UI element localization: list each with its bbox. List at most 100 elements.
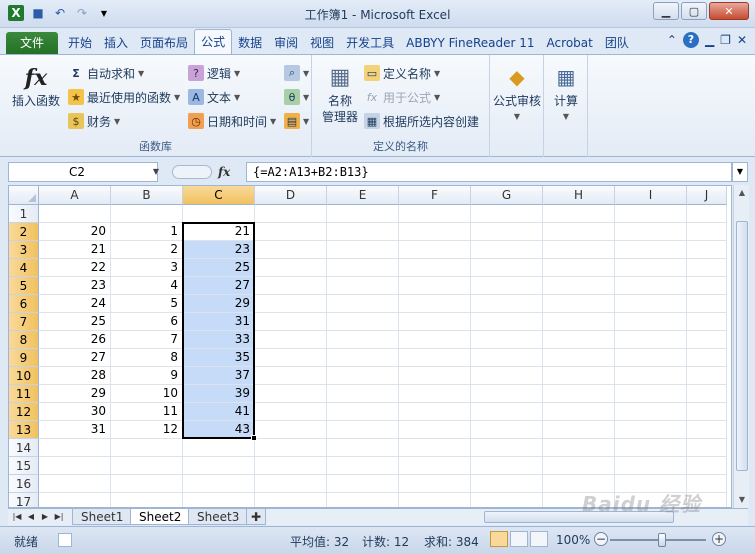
cell-e12[interactable] [327, 403, 399, 421]
row-header-7[interactable]: 7 [9, 313, 39, 331]
cell-b16[interactable] [111, 475, 183, 493]
cell-j3[interactable] [687, 241, 727, 259]
cell-b8[interactable]: 7 [111, 331, 183, 349]
logical-button[interactable]: ? 逻辑 ▼ [188, 63, 240, 83]
cell-i9[interactable] [615, 349, 687, 367]
cell-g17[interactable] [471, 493, 543, 507]
cell-c9[interactable]: 35 [183, 349, 255, 367]
cell-b17[interactable] [111, 493, 183, 507]
row-header-13[interactable]: 13 [9, 421, 39, 439]
cell-e5[interactable] [327, 277, 399, 295]
cell-j10[interactable] [687, 367, 727, 385]
tab-acrobat[interactable]: Acrobat [541, 32, 599, 54]
cell-b12[interactable]: 11 [111, 403, 183, 421]
cell-e4[interactable] [327, 259, 399, 277]
cell-g9[interactable] [471, 349, 543, 367]
cell-c7[interactable]: 31 [183, 313, 255, 331]
column-header-j[interactable]: J [687, 186, 727, 205]
cell-j8[interactable] [687, 331, 727, 349]
cell-e6[interactable] [327, 295, 399, 313]
cell-d14[interactable] [255, 439, 327, 457]
cell-c10[interactable]: 37 [183, 367, 255, 385]
cell-a16[interactable] [39, 475, 111, 493]
cell-c8[interactable]: 33 [183, 331, 255, 349]
cell-e13[interactable] [327, 421, 399, 439]
tab-home[interactable]: 开始 [62, 32, 98, 54]
cell-b6[interactable]: 5 [111, 295, 183, 313]
cell-d10[interactable] [255, 367, 327, 385]
calculation-button[interactable]: ▦ 计算 ▼ [546, 61, 586, 125]
cell-h9[interactable] [543, 349, 615, 367]
cell-g3[interactable] [471, 241, 543, 259]
cell-e10[interactable] [327, 367, 399, 385]
row-header-11[interactable]: 11 [9, 385, 39, 403]
minimize-button[interactable]: ▁ [653, 2, 679, 20]
row-header-17[interactable]: 17 [9, 493, 39, 507]
cell-d17[interactable] [255, 493, 327, 507]
select-all-corner[interactable] [9, 186, 39, 205]
cell-j15[interactable] [687, 457, 727, 475]
scroll-up-icon[interactable]: ▲ [734, 185, 750, 201]
tab-page-layout[interactable]: 页面布局 [134, 32, 194, 54]
cell-d7[interactable] [255, 313, 327, 331]
row-header-1[interactable]: 1 [9, 205, 39, 223]
tab-data[interactable]: 数据 [232, 32, 268, 54]
macro-record-icon[interactable] [58, 533, 72, 547]
sheet-tab-sheet2[interactable]: Sheet2 [130, 509, 191, 525]
cell-b11[interactable]: 10 [111, 385, 183, 403]
row-header-3[interactable]: 3 [9, 241, 39, 259]
page-break-view-icon[interactable] [530, 531, 548, 547]
use-in-formula-button[interactable]: fx 用于公式 ▼ [364, 87, 440, 107]
row-header-12[interactable]: 12 [9, 403, 39, 421]
row-header-15[interactable]: 15 [9, 457, 39, 475]
vertical-scrollbar[interactable]: ▲ ▼ [733, 185, 749, 508]
cell-i15[interactable] [615, 457, 687, 475]
cell-j14[interactable] [687, 439, 727, 457]
cell-e8[interactable] [327, 331, 399, 349]
cell-b13[interactable]: 12 [111, 421, 183, 439]
cell-b15[interactable] [111, 457, 183, 475]
column-header-d[interactable]: D [255, 186, 327, 205]
cell-h15[interactable] [543, 457, 615, 475]
cell-g15[interactable] [471, 457, 543, 475]
cell-f3[interactable] [399, 241, 471, 259]
name-box-dropdown-icon[interactable]: ▼ [150, 162, 162, 182]
cell-i10[interactable] [615, 367, 687, 385]
cell-b1[interactable] [111, 205, 183, 223]
column-header-i[interactable]: I [615, 186, 687, 205]
cell-d9[interactable] [255, 349, 327, 367]
cell-a11[interactable]: 29 [39, 385, 111, 403]
cell-h13[interactable] [543, 421, 615, 439]
cell-d5[interactable] [255, 277, 327, 295]
ribbon-minimize-icon[interactable]: ⌃ [667, 33, 677, 47]
cell-j1[interactable] [687, 205, 727, 223]
cell-j12[interactable] [687, 403, 727, 421]
math-button[interactable]: θ ▼ [284, 87, 309, 107]
cell-b5[interactable]: 4 [111, 277, 183, 295]
cell-f6[interactable] [399, 295, 471, 313]
cell-g16[interactable] [471, 475, 543, 493]
page-layout-view-icon[interactable] [510, 531, 528, 547]
row-header-6[interactable]: 6 [9, 295, 39, 313]
cell-g8[interactable] [471, 331, 543, 349]
cell-c13[interactable]: 43 [183, 421, 255, 439]
cell-i14[interactable] [615, 439, 687, 457]
cell-f2[interactable] [399, 223, 471, 241]
cell-d12[interactable] [255, 403, 327, 421]
cell-f8[interactable] [399, 331, 471, 349]
cell-a13[interactable]: 31 [39, 421, 111, 439]
tab-abbyy[interactable]: ABBYY FineReader 11 [400, 32, 540, 54]
cell-a3[interactable]: 21 [39, 241, 111, 259]
prev-sheet-icon[interactable]: ◀ [24, 510, 38, 524]
cell-h4[interactable] [543, 259, 615, 277]
cell-j4[interactable] [687, 259, 727, 277]
cell-f4[interactable] [399, 259, 471, 277]
cell-j13[interactable] [687, 421, 727, 439]
cell-c17[interactable] [183, 493, 255, 507]
cell-d6[interactable] [255, 295, 327, 313]
cell-g1[interactable] [471, 205, 543, 223]
row-header-9[interactable]: 9 [9, 349, 39, 367]
cell-d1[interactable] [255, 205, 327, 223]
cell-f12[interactable] [399, 403, 471, 421]
cell-e15[interactable] [327, 457, 399, 475]
